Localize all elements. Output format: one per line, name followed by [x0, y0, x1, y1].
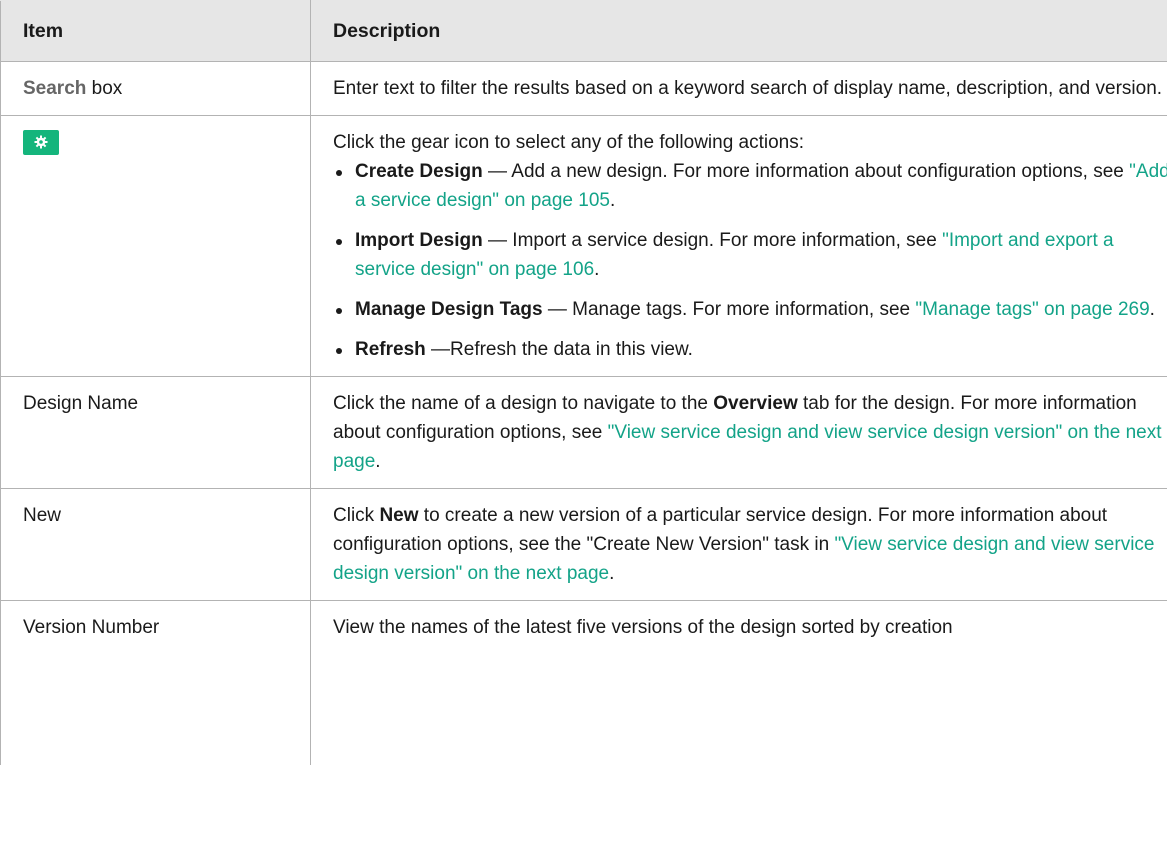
- description-cell: Click the gear icon to select any of the…: [310, 115, 1167, 377]
- list-item: Refresh —Refresh the data in this view.: [333, 335, 1167, 364]
- header-description: Description: [310, 0, 1167, 62]
- bullet: [336, 170, 342, 176]
- search-label-suffix: box: [86, 78, 123, 99]
- item-cell: New: [0, 488, 311, 601]
- table-row: Search box Enter text to filter the resu…: [0, 61, 1167, 116]
- punctuation: .: [609, 190, 616, 211]
- description-text: Click the name of a design to navigate t…: [333, 393, 714, 414]
- bullet: [336, 239, 342, 245]
- table-row: New Click New to create a new version of…: [0, 488, 1167, 601]
- gear-button[interactable]: [23, 130, 59, 155]
- table-row: Click the gear icon to select any of the…: [0, 115, 1167, 377]
- action-name: Refresh: [355, 339, 426, 360]
- item-cell: Version Number: [0, 600, 311, 765]
- action-text: — Manage tags. For more information, see: [542, 299, 916, 320]
- description-cell: Enter text to filter the results based o…: [310, 61, 1167, 116]
- item-cell: [0, 115, 311, 377]
- list-item: Import Design — Import a service design.…: [333, 226, 1167, 284]
- gear-intro: Click the gear icon to select any of the…: [333, 132, 805, 153]
- description-cell: Click the name of a design to navigate t…: [310, 376, 1167, 489]
- action-name: Create Design: [355, 161, 483, 182]
- search-description: Enter text to filter the results based o…: [333, 78, 1163, 99]
- cross-reference-link[interactable]: "Manage tags" on page 269: [915, 299, 1149, 320]
- bullet: [336, 348, 342, 354]
- description-cell: Click New to create a new version of a p…: [310, 488, 1167, 601]
- gear-actions-list: Create Design — Add a new design. For mo…: [333, 157, 1167, 364]
- list-item: Create Design — Add a new design. For mo…: [333, 157, 1167, 215]
- action-name: Manage Design Tags: [355, 299, 543, 320]
- action-text: — Add a new design. For more information…: [482, 161, 1130, 182]
- gear-icon: [34, 135, 48, 149]
- table-row: Version Number View the names of the lat…: [0, 600, 1167, 765]
- punctuation: .: [609, 563, 615, 584]
- item-cell: Design Name: [0, 376, 311, 489]
- punctuation: .: [1149, 299, 1155, 320]
- description-text: Click: [333, 505, 380, 526]
- punctuation: .: [375, 451, 381, 472]
- header-row: Item Description: [0, 0, 1167, 62]
- punctuation: .: [594, 259, 600, 280]
- action-name: Import Design: [355, 230, 483, 251]
- table-row: Design Name Click the name of a design t…: [0, 376, 1167, 489]
- header-item: Item: [0, 0, 311, 62]
- search-label: Search: [23, 78, 87, 99]
- action-text: —Refresh the data in this view.: [425, 339, 693, 360]
- list-item: Manage Design Tags — Manage tags. For mo…: [333, 295, 1167, 324]
- overview-tab-label: Overview: [713, 393, 798, 414]
- action-text: — Import a service design. For more info…: [482, 230, 943, 251]
- description-cell: View the names of the latest five versio…: [310, 600, 1167, 765]
- new-label: New: [379, 505, 419, 526]
- bullet: [336, 308, 342, 314]
- reference-table: Item Description Search box Enter text t…: [0, 0, 1167, 765]
- item-cell: Search box: [0, 61, 311, 116]
